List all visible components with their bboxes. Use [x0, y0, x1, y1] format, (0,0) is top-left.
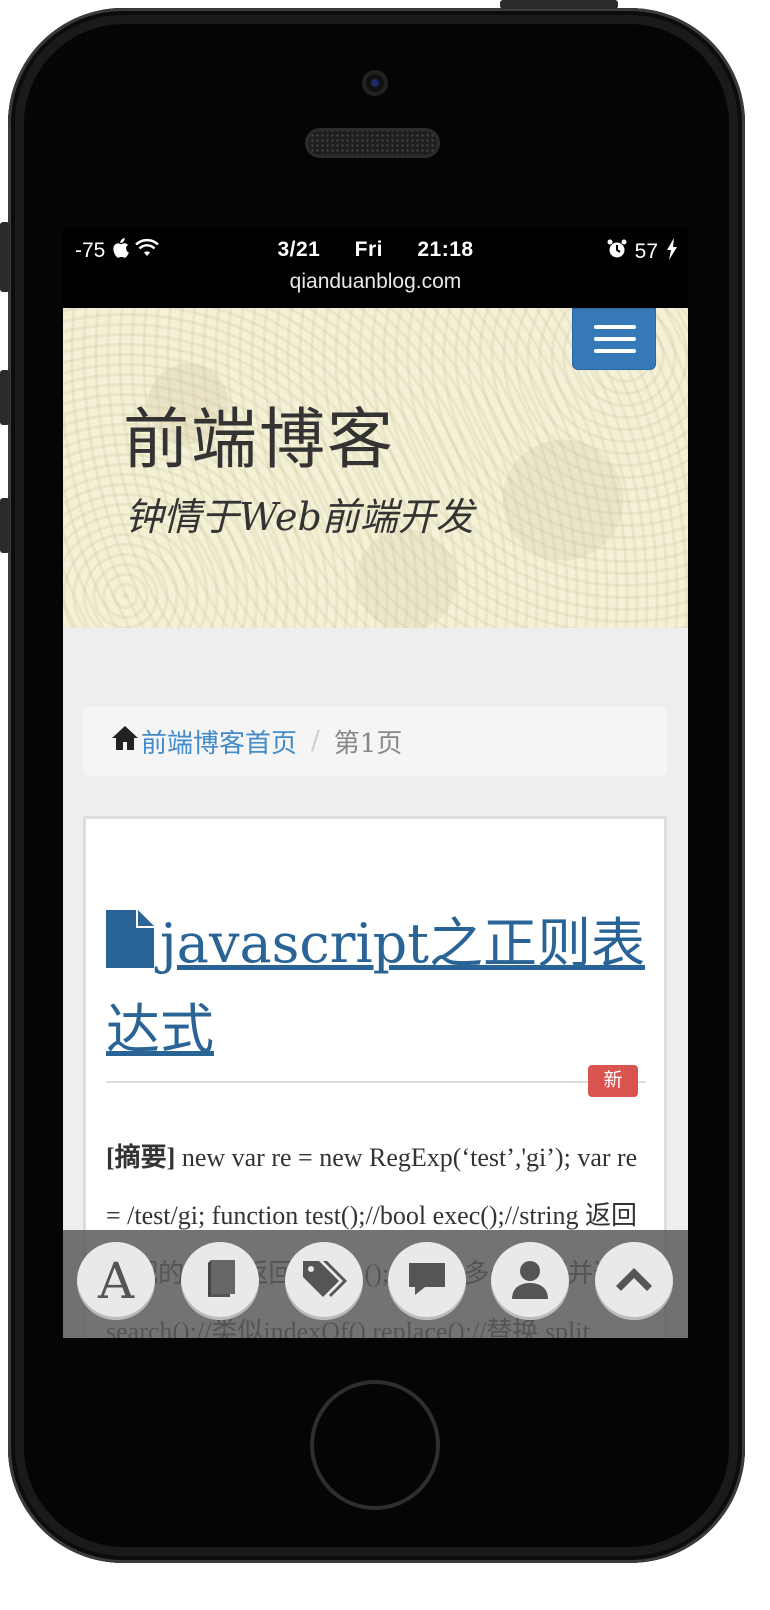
user-button[interactable] — [491, 1242, 569, 1320]
bottom-toolbar: A — [63, 1230, 688, 1338]
scroll-top-button[interactable] — [595, 1242, 673, 1320]
battery-level: 57 — [634, 240, 658, 263]
font-size-button[interactable]: A — [77, 1242, 155, 1320]
chevron-up-icon — [614, 1266, 654, 1297]
site-title[interactable]: 前端博客 — [123, 386, 395, 482]
site-tagline: 钟情于Web前端开发 — [125, 495, 474, 539]
power-button — [500, 0, 618, 9]
tags-button[interactable] — [285, 1242, 363, 1320]
post-title-link[interactable]: javascript之正则表达式 — [106, 904, 646, 1070]
url-bar[interactable]: qianduanblog.com — [63, 270, 688, 294]
breadcrumb-home-link[interactable]: 前端博客首页 — [111, 723, 297, 760]
breadcrumb: 前端博客首页 / 第1页 — [83, 706, 667, 776]
status-time: 21:18 — [417, 238, 474, 261]
post-title-text: javascript之正则表达式 — [106, 912, 645, 1061]
status-bar: -75 3/21 Fri 21:18 57 qianduanblog.com — [63, 228, 688, 308]
home-button[interactable] — [310, 1380, 440, 1510]
comment-icon — [407, 1261, 447, 1302]
post-divider — [106, 1081, 646, 1083]
site-header: 前端博客 钟情于Web前端开发 — [63, 308, 688, 628]
charging-icon — [666, 238, 678, 266]
new-badge: 新 — [588, 1065, 638, 1097]
book-button[interactable] — [181, 1242, 259, 1320]
web-viewport: 前端博客 钟情于Web前端开发 前端博客首页 / 第1页 javascript之… — [63, 308, 688, 1338]
hamburger-bar — [594, 337, 636, 341]
volume-up-button — [0, 370, 10, 425]
front-camera — [362, 70, 388, 96]
breadcrumb-home-label: 前端博客首页 — [141, 728, 298, 759]
comment-button[interactable] — [388, 1242, 466, 1320]
hamburger-bar — [594, 349, 636, 353]
tags-icon — [301, 1259, 347, 1304]
volume-down-button — [0, 498, 10, 553]
breadcrumb-separator: / — [311, 726, 320, 756]
alarm-icon — [607, 239, 627, 265]
earpiece-speaker — [305, 128, 440, 158]
document-icon — [106, 910, 154, 990]
status-right: 57 — [607, 238, 678, 266]
excerpt-label: [摘要] — [106, 1143, 176, 1172]
menu-button[interactable] — [572, 308, 656, 370]
status-date: 3/21 — [277, 238, 321, 261]
home-icon — [111, 725, 141, 758]
book-icon — [202, 1259, 238, 1304]
hamburger-bar — [594, 325, 636, 329]
breadcrumb-current: 第1页 — [333, 728, 403, 759]
status-datetime: 3/21 Fri 21:18 — [63, 238, 688, 262]
screen: -75 3/21 Fri 21:18 57 qianduanblog.com 前… — [63, 228, 688, 1338]
status-weekday: Fri — [354, 238, 383, 261]
mute-switch — [0, 222, 10, 292]
user-icon — [511, 1259, 549, 1304]
font-icon: A — [97, 1252, 135, 1310]
